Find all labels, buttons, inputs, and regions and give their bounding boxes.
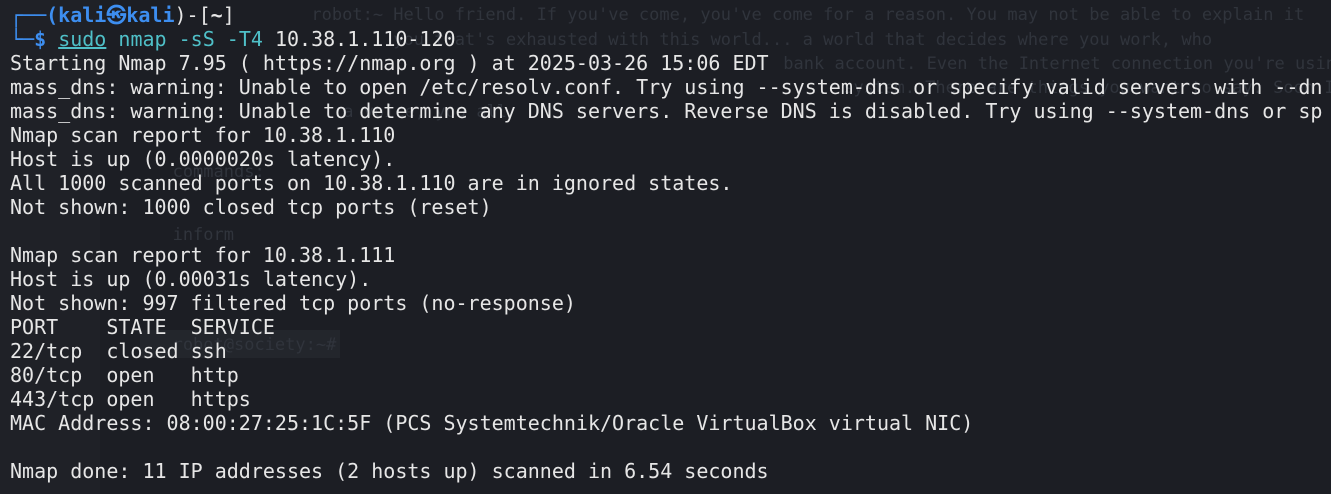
prompt-line-command: └─$ sudo nmap -sS -T4 10.38.1.110-120	[10, 27, 1331, 51]
output-line: Not shown: 1000 closed tcp ports (reset)	[10, 195, 492, 219]
output-line: 443/tcp open https	[10, 387, 251, 411]
output-line: Host is up (0.00031s latency).	[10, 267, 372, 291]
output-line: Nmap scan report for 10.38.1.110	[10, 123, 396, 147]
command-nmap: nmap	[118, 27, 167, 51]
output-line: Host is up (0.0000020s latency).	[10, 147, 396, 171]
terminal-window[interactable]: robot:~ Hello friend. If you've come, yo…	[0, 0, 1331, 494]
prompt-frame: )-[	[174, 3, 211, 27]
output-line: mass_dns: warning: Unable to determine a…	[10, 99, 1323, 123]
output-line: Nmap scan report for 10.38.1.111	[10, 243, 396, 267]
prompt-frame: └─	[10, 27, 35, 51]
output-line: 22/tcp closed ssh	[10, 339, 227, 363]
prompt-frame: ]	[222, 3, 235, 27]
prompt-user: kali	[58, 3, 107, 27]
command-flags: -sS -T4	[178, 27, 263, 51]
prompt-at-symbol: ㉿	[106, 3, 127, 27]
output-line: MAC Address: 08:00:27:25:1C:5F (PCS Syst…	[10, 411, 974, 435]
command-target: 10.38.1.110-120	[274, 27, 456, 51]
prompt-host: kali	[126, 3, 175, 27]
output-line: 80/tcp open http	[10, 363, 239, 387]
output-line: All 1000 scanned ports on 10.38.1.110 ar…	[10, 171, 733, 195]
terminal-output[interactable]: ┌──(kali㉿kali)-[~] └─$ sudo nmap -sS -T4…	[10, 3, 1331, 483]
prompt-cwd: ~	[210, 3, 223, 27]
prompt-frame: ┌──(	[10, 3, 59, 27]
prompt-line-top: ┌──(kali㉿kali)-[~]	[10, 3, 1331, 27]
output-line: Starting Nmap 7.95 ( https://nmap.org ) …	[10, 51, 769, 75]
output-line: Nmap done: 11 IP addresses (2 hosts up) …	[10, 459, 769, 483]
prompt-dollar: $	[34, 27, 47, 51]
output-line: mass_dns: warning: Unable to open /etc/r…	[10, 75, 1323, 99]
command-sudo: sudo	[58, 27, 107, 51]
output-line: PORT STATE SERVICE	[10, 315, 275, 339]
output-line: Not shown: 997 filtered tcp ports (no-re…	[10, 291, 576, 315]
